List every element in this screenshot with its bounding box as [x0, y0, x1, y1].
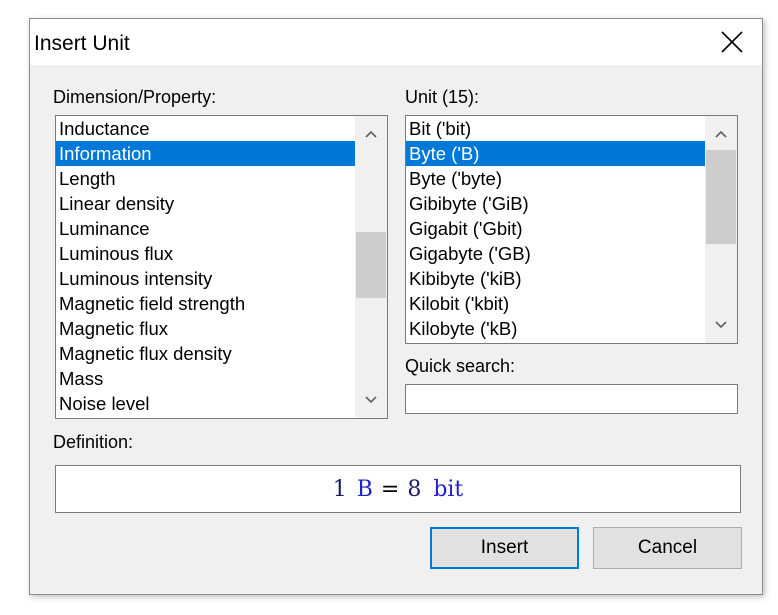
quick-search-label: Quick search: [405, 356, 516, 376]
list-item[interactable]: Information [56, 141, 355, 166]
scroll-down-arrow[interactable] [705, 310, 737, 340]
list-item[interactable]: Bit ('bit) [406, 116, 705, 141]
list-item[interactable]: Kibibyte ('kiB) [406, 266, 705, 291]
unit-list-items: Bit ('bit) Byte ('B) Byte ('byte) Gibibyte … [406, 116, 705, 341]
list-item[interactable]: Inductance [56, 116, 355, 141]
unit-listbox[interactable]: Bit ('bit) Byte ('B) Byte ('byte) Gibibyte … [405, 115, 738, 344]
chevron-down-icon [365, 396, 377, 404]
list-item[interactable]: Gigabyte ('GB) [406, 241, 705, 266]
definition-box: 1 B = 8 bit [55, 465, 741, 513]
list-item[interactable]: Noise level [56, 391, 355, 416]
scroll-down-arrow[interactable] [355, 385, 387, 415]
unit-label: Unit (15): [405, 87, 480, 107]
definition-rhs-unit: bit [433, 476, 464, 502]
list-item[interactable]: Mass [56, 366, 355, 391]
insert-button[interactable]: Insert [430, 527, 579, 569]
scroll-up-arrow[interactable] [705, 119, 737, 149]
scroll-up-arrow[interactable] [355, 119, 387, 149]
definition-rhs-number: 8 [407, 476, 422, 502]
list-item[interactable]: Gigabit ('Gbit) [406, 216, 705, 241]
scroll-thumb[interactable] [356, 232, 386, 298]
close-button[interactable] [702, 19, 762, 65]
chevron-up-icon [715, 130, 727, 138]
definition-lhs-unit: B [356, 476, 373, 502]
definition-label: Definition: [53, 432, 134, 452]
list-item[interactable]: Magnetic flux density [56, 341, 355, 366]
list-item[interactable]: Luminous flux [56, 241, 355, 266]
list-item[interactable]: Magnetic field strength [56, 291, 355, 316]
definition-lhs-number: 1 [332, 476, 347, 502]
list-item[interactable]: Kilobyte ('kB) [406, 316, 705, 341]
dimension-listbox[interactable]: Inductance Information Length Linear densit… [55, 115, 388, 419]
definition-equals: = [380, 476, 400, 502]
dimension-scrollbar[interactable] [355, 116, 387, 418]
dimension-label: Dimension/Property: [53, 87, 217, 107]
chevron-up-icon [365, 130, 377, 138]
unit-scrollbar[interactable] [705, 116, 737, 343]
list-item[interactable]: Luminous intensity [56, 266, 355, 291]
list-item[interactable]: Byte ('byte) [406, 166, 705, 191]
insert-unit-dialog: Insert Unit Dimension/Property: Inductan… [29, 18, 763, 595]
list-item[interactable]: Linear density [56, 191, 355, 216]
list-item[interactable]: Byte ('B) [406, 141, 705, 166]
list-item[interactable]: Kilobit ('kbit) [406, 291, 705, 316]
list-item[interactable]: Luminance [56, 216, 355, 241]
list-item[interactable]: Gibibyte ('GiB) [406, 191, 705, 216]
chevron-down-icon [715, 321, 727, 329]
close-icon [721, 31, 743, 53]
quick-search-input[interactable] [405, 384, 738, 414]
cancel-button[interactable]: Cancel [593, 527, 742, 569]
window-title: Insert Unit [34, 32, 130, 55]
scroll-thumb[interactable] [706, 150, 736, 244]
list-item[interactable]: Length [56, 166, 355, 191]
list-item[interactable]: Magnetic flux [56, 316, 355, 341]
title-bar: Insert Unit [30, 19, 762, 65]
dimension-list-items: Inductance Information Length Linear densit… [56, 116, 355, 416]
